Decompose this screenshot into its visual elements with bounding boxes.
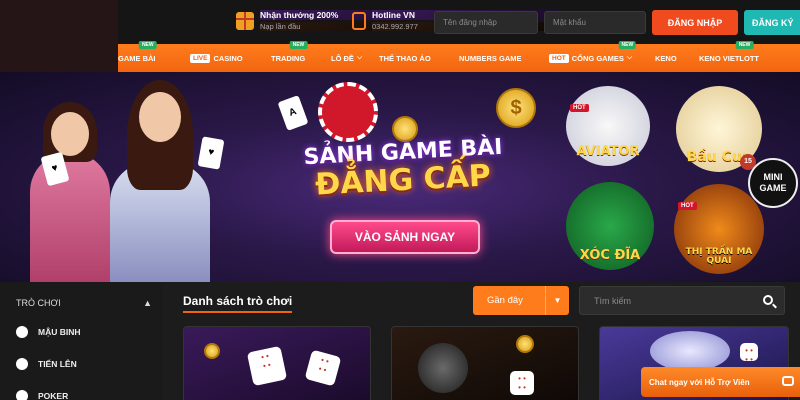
new-badge: NEW	[735, 41, 754, 49]
hostess-illustration	[110, 80, 210, 282]
section-title: Danh sách trò chơi	[183, 294, 293, 313]
collapse-arrow-icon: ▲	[143, 298, 152, 308]
new-badge: NEW	[289, 41, 308, 49]
nav-item-cong-games[interactable]: HOT CỔNG GAMES ⌵ NEW	[549, 41, 637, 72]
nav-item-keno[interactable]: KENO	[655, 44, 677, 72]
game-thi-tran-ma-quai[interactable]: HOT THỊ TRẤN MA QUÁI	[674, 184, 764, 274]
coin-icon	[392, 116, 418, 142]
dice-icon	[510, 371, 534, 395]
chevron-down-icon: ⌵	[356, 54, 363, 61]
nav-item-lo-de[interactable]: LÔ ĐỀ ⌵	[331, 44, 362, 72]
login-button[interactable]: ĐĂNG NHẬP	[652, 10, 738, 35]
nav-item-game-bai[interactable]: NEW GAME BÀI	[118, 41, 157, 72]
game-category-sidebar: TRÒ CHƠI ▲ MẬU BINH TIẾN LÊN POKER	[0, 282, 163, 400]
nav-item-numbers-game[interactable]: NUMBERS GAME	[459, 44, 522, 72]
nav-item-trading[interactable]: NEW TRADING	[271, 41, 308, 72]
password-input[interactable]	[544, 11, 646, 34]
game-xoc-dia[interactable]: XÓC ĐĨA	[566, 182, 654, 270]
hero-banner[interactable]: ♥ ♥ A $ SẢNH GAME BÀI ĐẲNG CẤP VÀO SẢNH …	[0, 72, 800, 282]
top-bar: Nhận thưởng 200% Nạp lần đầu Hotline VN …	[0, 0, 800, 44]
chat-icon	[782, 376, 794, 386]
hot-badge: HOT	[549, 53, 569, 63]
username-input[interactable]	[434, 11, 538, 34]
dice-icon	[740, 343, 758, 361]
nav-item-the-thao-ao[interactable]: THỂ THAO ẢO	[379, 44, 431, 72]
radio-icon	[16, 390, 28, 400]
new-badge: NEW	[138, 41, 157, 49]
dice-icon	[304, 349, 342, 387]
playing-card-icon: ♥	[197, 136, 225, 170]
live-chat-button[interactable]: Chat ngay với Hỗ Trợ Viên	[641, 367, 800, 397]
phone-icon	[352, 11, 366, 30]
hero-title: SẢNH GAME BÀI ĐẲNG CẤP	[302, 134, 504, 203]
main-nav: NEW GAME BÀI LIVE CASINO NEW TRADING LÔ …	[0, 41, 800, 72]
nav-item-casino[interactable]: LIVE CASINO	[190, 44, 243, 72]
sidebar-item-poker[interactable]: POKER	[16, 390, 68, 400]
sidebar-heading[interactable]: TRÒ CHƠI ▲	[16, 298, 152, 308]
game-tile[interactable]	[183, 326, 371, 400]
chevron-down-icon: ⌵	[626, 54, 633, 61]
search-icon[interactable]	[763, 295, 773, 305]
game-aviator[interactable]: HOT AVIATOR	[566, 86, 650, 166]
new-badge: NEW	[618, 41, 637, 49]
coin-icon: $	[496, 88, 536, 128]
search-input[interactable]	[579, 286, 785, 315]
radio-icon	[16, 358, 28, 370]
mini-game-badge[interactable]: MINI GAME	[748, 158, 798, 208]
hot-badge: HOT	[678, 202, 697, 210]
sidebar-item-tien-len[interactable]: TIẾN LÊN	[16, 358, 77, 370]
enter-lobby-button[interactable]: VÀO SẢNH NGAY	[330, 220, 480, 254]
sort-select[interactable]: Gần đây ▼	[473, 286, 569, 315]
dropdown-arrow-icon: ▼	[545, 286, 569, 315]
nav-item-keno-vietlott[interactable]: NEW KENO VIETLOTT	[699, 41, 759, 72]
dice-icon	[246, 345, 288, 387]
poker-chip-icon	[318, 82, 378, 142]
bowl-icon	[650, 331, 730, 371]
hot-badge: HOT	[570, 104, 589, 112]
hostess-illustration	[30, 102, 110, 282]
live-badge: LIVE	[190, 53, 211, 63]
logo-area[interactable]	[0, 0, 118, 72]
playing-card-icon: A	[277, 95, 309, 131]
radio-icon	[16, 326, 28, 338]
register-button[interactable]: ĐĂNG KÝ	[744, 10, 800, 35]
sidebar-item-mau-binh[interactable]: MẬU BINH	[16, 326, 81, 338]
shaker-icon	[418, 343, 468, 393]
game-tile[interactable]	[391, 326, 579, 400]
gift-icon	[236, 11, 254, 30]
